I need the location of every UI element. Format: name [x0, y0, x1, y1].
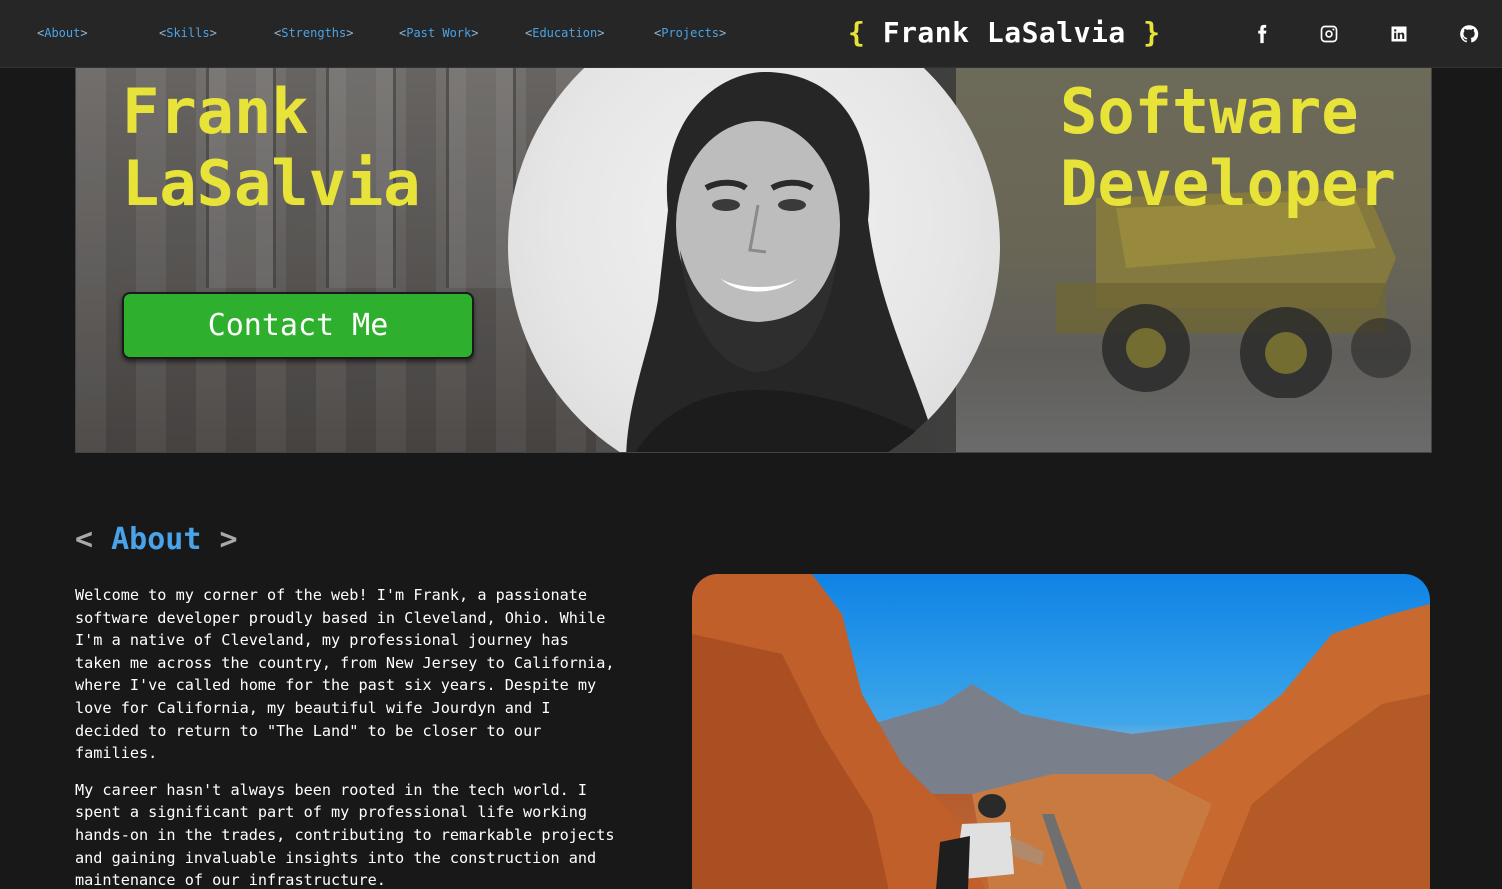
github-icon[interactable] — [1457, 22, 1481, 46]
about-text: Welcome to my corner of the web! I'm Fra… — [75, 584, 620, 889]
top-navbar: <About> <Skills> <Strengths> <Past Work>… — [0, 0, 1502, 68]
nav-link-strengths[interactable]: <Strengths> — [274, 26, 354, 40]
nav-link-about[interactable]: <About> — [37, 26, 88, 40]
hero-job-title: Software Developer — [1060, 75, 1396, 220]
hero-banner: Frank LaSalvia Software Developer Contac… — [75, 68, 1432, 453]
facebook-icon[interactable] — [1250, 22, 1274, 46]
brand-name: Frank LaSalvia — [882, 16, 1126, 49]
linkedin-icon[interactable] — [1387, 22, 1411, 46]
about-paragraph: My career hasn't always been rooted in t… — [75, 780, 615, 889]
brand-logo[interactable]: { Frank LaSalvia } — [848, 16, 1160, 49]
hero-name-heading: Frank LaSalvia — [122, 75, 421, 220]
about-paragraph: Welcome to my corner of the web! I'm Fra… — [75, 586, 615, 763]
about-section-heading: < About > — [75, 522, 238, 557]
nav-link-education[interactable]: <Education> — [525, 26, 605, 40]
red-rock-canyon-photo — [692, 574, 1430, 889]
profile-portrait-image — [508, 68, 1000, 452]
nav-link-skills[interactable]: <Skills> — [159, 26, 217, 40]
instagram-icon[interactable] — [1317, 22, 1341, 46]
nav-link-past-work[interactable]: <Past Work> — [399, 26, 479, 40]
contact-me-button[interactable]: Contact Me — [122, 292, 474, 359]
nav-link-projects[interactable]: <Projects> — [654, 26, 726, 40]
